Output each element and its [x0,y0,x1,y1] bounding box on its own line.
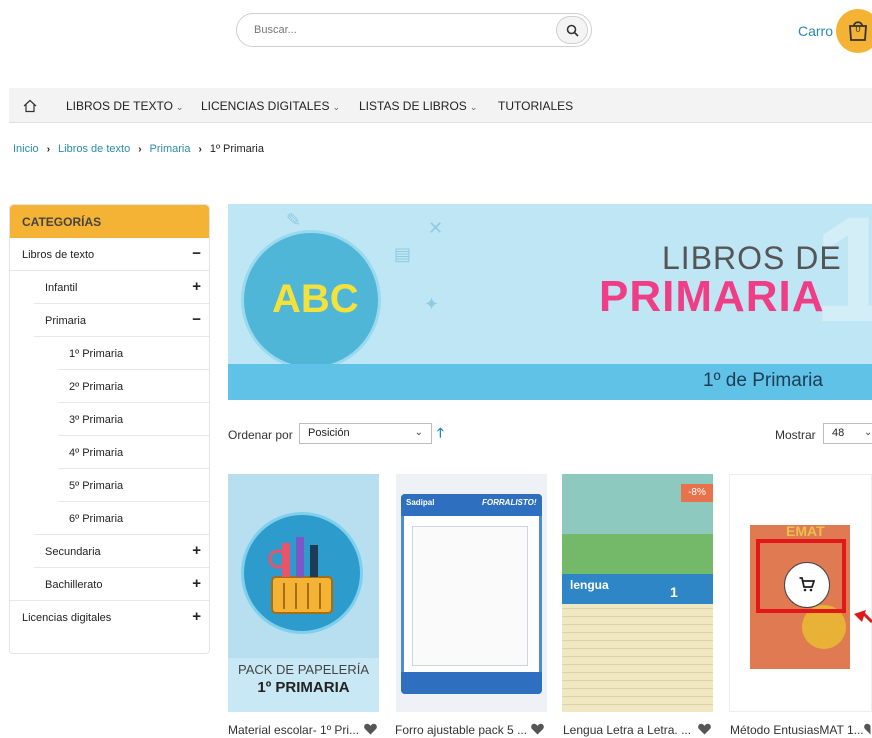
wishlist-heart-icon[interactable] [531,722,544,738]
cross-doodle-icon: ✕ [428,218,444,238]
expand-icon[interactable]: + [192,608,201,625]
school-supplies-basket-icon [241,512,363,634]
product-image-text: PACK DE PAPELERÍA [237,662,369,677]
search-bar[interactable]: Buscar... [236,13,592,47]
breadcrumb-libros-de-texto[interactable]: Libros de texto [58,143,130,155]
product-name[interactable]: Forro ajustable pack 5 ... [395,723,527,737]
product-image[interactable]: Sadipal FORRALISTO! [396,474,547,712]
sort-direction-arrow-icon[interactable]: 🡑 [437,424,444,446]
home-icon[interactable] [23,99,37,118]
star-doodle-icon: ✦ [424,294,440,314]
sidebar-item-licencias-digitales[interactable]: Licencias digitales + [10,601,209,634]
sidebar-title: CATEGORÍAS [10,205,209,238]
category-sidebar: CATEGORÍAS Libros de texto − Infantil + Pr… [9,204,210,654]
sidebar-item-bachillerato[interactable]: Bachillerato + [10,568,209,601]
sidebar-item-4-primaria[interactable]: 4º Primaria [10,436,209,469]
breadcrumb: Inicio › Libros de texto › Primaria › 1º Prima… [13,143,264,155]
product-image-text: lengua [570,578,609,592]
search-icon [566,24,579,37]
limit-select[interactable]: 48 ⌄ [823,423,872,444]
sidebar-item-primaria[interactable]: Primaria − [10,304,209,337]
sidebar-item-6-primaria[interactable]: 6º Primaria [10,502,209,535]
breadcrumb-separator-icon: › [198,144,202,155]
banner-subtitle: 1º de Primaria [703,370,823,391]
search-input[interactable]: Buscar... [254,24,297,36]
breadcrumb-separator-icon: › [46,144,51,155]
expand-icon[interactable]: + [192,575,201,592]
wishlist-heart-icon[interactable] [698,722,711,738]
chevron-down-icon: ⌄ [864,427,872,438]
highlight-box [756,539,846,613]
sidebar-item-libros-de-texto[interactable]: Libros de texto − [10,238,209,271]
chevron-down-icon: ⌄ [332,102,341,112]
nav-licencias-digitales[interactable]: LICENCIAS DIGITALES ⌄ [201,99,340,113]
category-banner: 1 ✎ ▤ ✦ ✕ ABC LIBROS DE PRIMARIA 1º de P… [228,204,872,400]
product-image-grade: 1º PRIMARIA [257,679,350,696]
cart-count: 0 [855,24,861,34]
product-image-text: EMAT [786,523,825,539]
breadcrumb-current: 1º Primaria [209,143,264,155]
collapse-icon[interactable]: − [192,311,201,328]
cart-button[interactable]: 0 [836,9,872,53]
product-image-grade: 1 [670,584,678,600]
chevron-down-icon: ⌄ [414,427,423,438]
wishlist-heart-icon[interactable] [364,722,377,738]
nav-listas-de-libros[interactable]: LISTAS DE LIBROS ⌄ [359,99,477,113]
book-doodle-icon: ▤ [394,244,412,264]
product-name[interactable]: Material escolar- 1º Pri... [228,723,359,737]
product-image[interactable]: PACK DE PAPELERÍA 1º PRIMARIA [228,474,379,712]
sidebar-item-secundaria[interactable]: Secundaria + [10,535,209,568]
sort-select[interactable]: Posición ⌄ [299,423,432,444]
breadcrumb-primaria[interactable]: Primaria [150,143,191,155]
pointer-arrow-icon [854,610,872,624]
product-image[interactable]: lengua 1 -8% [562,474,713,712]
sidebar-item-infantil[interactable]: Infantil + [10,271,209,304]
sidebar-item-3-primaria[interactable]: 3º Primaria [10,403,209,436]
discount-badge: -8% [681,484,713,502]
product-image-text: Sadipal [406,498,435,507]
expand-icon[interactable]: + [192,278,201,295]
product-image-brand: FORRALISTO! [482,498,537,507]
show-label: Mostrar [775,428,816,442]
chevron-down-icon: ⌄ [469,102,478,112]
abc-logo: ABC [241,230,381,370]
sidebar-item-2-primaria[interactable]: 2º Primaria [10,370,209,403]
product-name[interactable]: Lengua Letra a Letra. ... [563,723,691,737]
search-button[interactable] [556,16,588,44]
breadcrumb-inicio[interactable]: Inicio [13,143,39,155]
nav-tutoriales[interactable]: TUTORIALES [498,99,573,113]
sidebar-item-1-primaria[interactable]: 1º Primaria [10,337,209,370]
wishlist-heart-icon[interactable] [864,722,872,738]
expand-icon[interactable]: + [192,542,201,559]
breadcrumb-separator-icon: › [138,144,142,155]
sidebar-item-5-primaria[interactable]: 5º Primaria [10,469,209,502]
banner-title-line2: PRIMARIA [599,272,825,321]
cart-label[interactable]: Carro [798,23,833,39]
collapse-icon[interactable]: − [192,245,201,262]
chevron-down-icon: ⌄ [175,102,184,112]
book-cover-sheet [412,526,528,666]
nav-libros-de-texto[interactable]: LIBROS DE TEXTO ⌄ [66,99,183,113]
pencil-doodle-icon: ✎ [286,210,302,230]
sort-label: Ordenar por [228,428,293,442]
product-name[interactable]: Método EntusiasMAT 1... [730,723,864,737]
main-nav: LIBROS DE TEXTO ⌄ LICENCIAS DIGITALES ⌄ LI… [9,88,872,123]
